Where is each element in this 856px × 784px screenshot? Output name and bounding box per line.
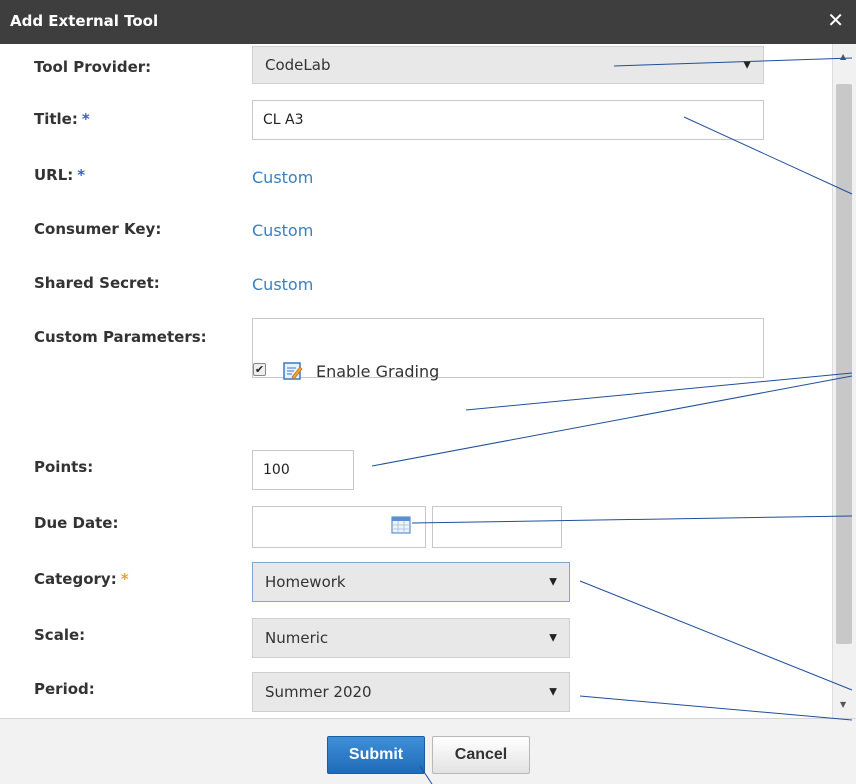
due-date-label: Due Date:: [34, 514, 119, 532]
enable-grading-checkbox[interactable]: ✔: [253, 363, 266, 376]
scrollbar-thumb[interactable]: [836, 84, 852, 644]
points-input[interactable]: 100: [252, 450, 354, 490]
url-label: URL: *: [34, 166, 85, 184]
submit-button[interactable]: Submit: [327, 736, 425, 774]
tool-provider-value: CodeLab: [265, 56, 331, 74]
dialog-title: Add External Tool: [10, 12, 159, 30]
enable-grading-label: Enable Grading: [316, 362, 440, 381]
title-input-value: CL A3: [263, 112, 304, 128]
scale-select[interactable]: Numeric ▼: [252, 618, 570, 658]
dropdown-arrow-icon: ▼: [549, 632, 557, 644]
dialog-scrollbar[interactable]: ▲ ▼: [832, 44, 856, 718]
dropdown-arrow-icon: ▼: [743, 59, 751, 71]
dropdown-arrow-icon: ▼: [549, 576, 557, 588]
dropdown-arrow-icon: ▼: [549, 686, 557, 698]
url-custom-link[interactable]: Custom: [252, 168, 313, 187]
title-label: Title: *: [34, 110, 90, 128]
required-mark: *: [77, 166, 86, 184]
points-value: 100: [263, 462, 290, 478]
required-mark: *: [120, 570, 129, 588]
dialog-content: Tool Provider: CodeLab ▼ Title: * CL A3 U…: [0, 44, 832, 718]
consumer-key-custom-link[interactable]: Custom: [252, 221, 313, 240]
shared-secret-label: Shared Secret:: [34, 274, 160, 292]
url-label-text: URL:: [34, 166, 74, 184]
tool-provider-label: Tool Provider:: [34, 58, 152, 76]
grading-icon: [283, 362, 303, 380]
shared-secret-custom-link[interactable]: Custom: [252, 275, 313, 294]
custom-parameters-label: Custom Parameters:: [34, 328, 207, 346]
scale-label: Scale:: [34, 626, 86, 644]
points-label: Points:: [34, 458, 94, 476]
close-icon[interactable]: ✕: [827, 8, 844, 32]
period-value: Summer 2020: [265, 683, 372, 701]
period-label: Period:: [34, 680, 95, 698]
required-mark: *: [81, 110, 90, 128]
scale-value: Numeric: [265, 629, 329, 647]
dialog-footer: Submit Cancel: [0, 718, 856, 784]
calendar-icon[interactable]: [391, 516, 411, 534]
category-label-text: Category:: [34, 570, 117, 588]
due-time-input[interactable]: [432, 506, 562, 548]
dialog-titlebar: Add External Tool ✕: [0, 0, 856, 44]
category-label: Category: *: [34, 570, 129, 588]
tool-provider-select[interactable]: CodeLab ▼: [252, 46, 764, 84]
scroll-up-icon[interactable]: ▲: [840, 52, 846, 61]
title-input[interactable]: CL A3: [252, 100, 764, 140]
period-select[interactable]: Summer 2020 ▼: [252, 672, 570, 712]
title-label-text: Title:: [34, 110, 78, 128]
category-select[interactable]: Homework ▼: [252, 562, 570, 602]
category-value: Homework: [265, 573, 346, 591]
cancel-button[interactable]: Cancel: [432, 736, 530, 774]
consumer-key-label: Consumer Key:: [34, 220, 162, 238]
scroll-down-icon[interactable]: ▼: [840, 700, 846, 709]
